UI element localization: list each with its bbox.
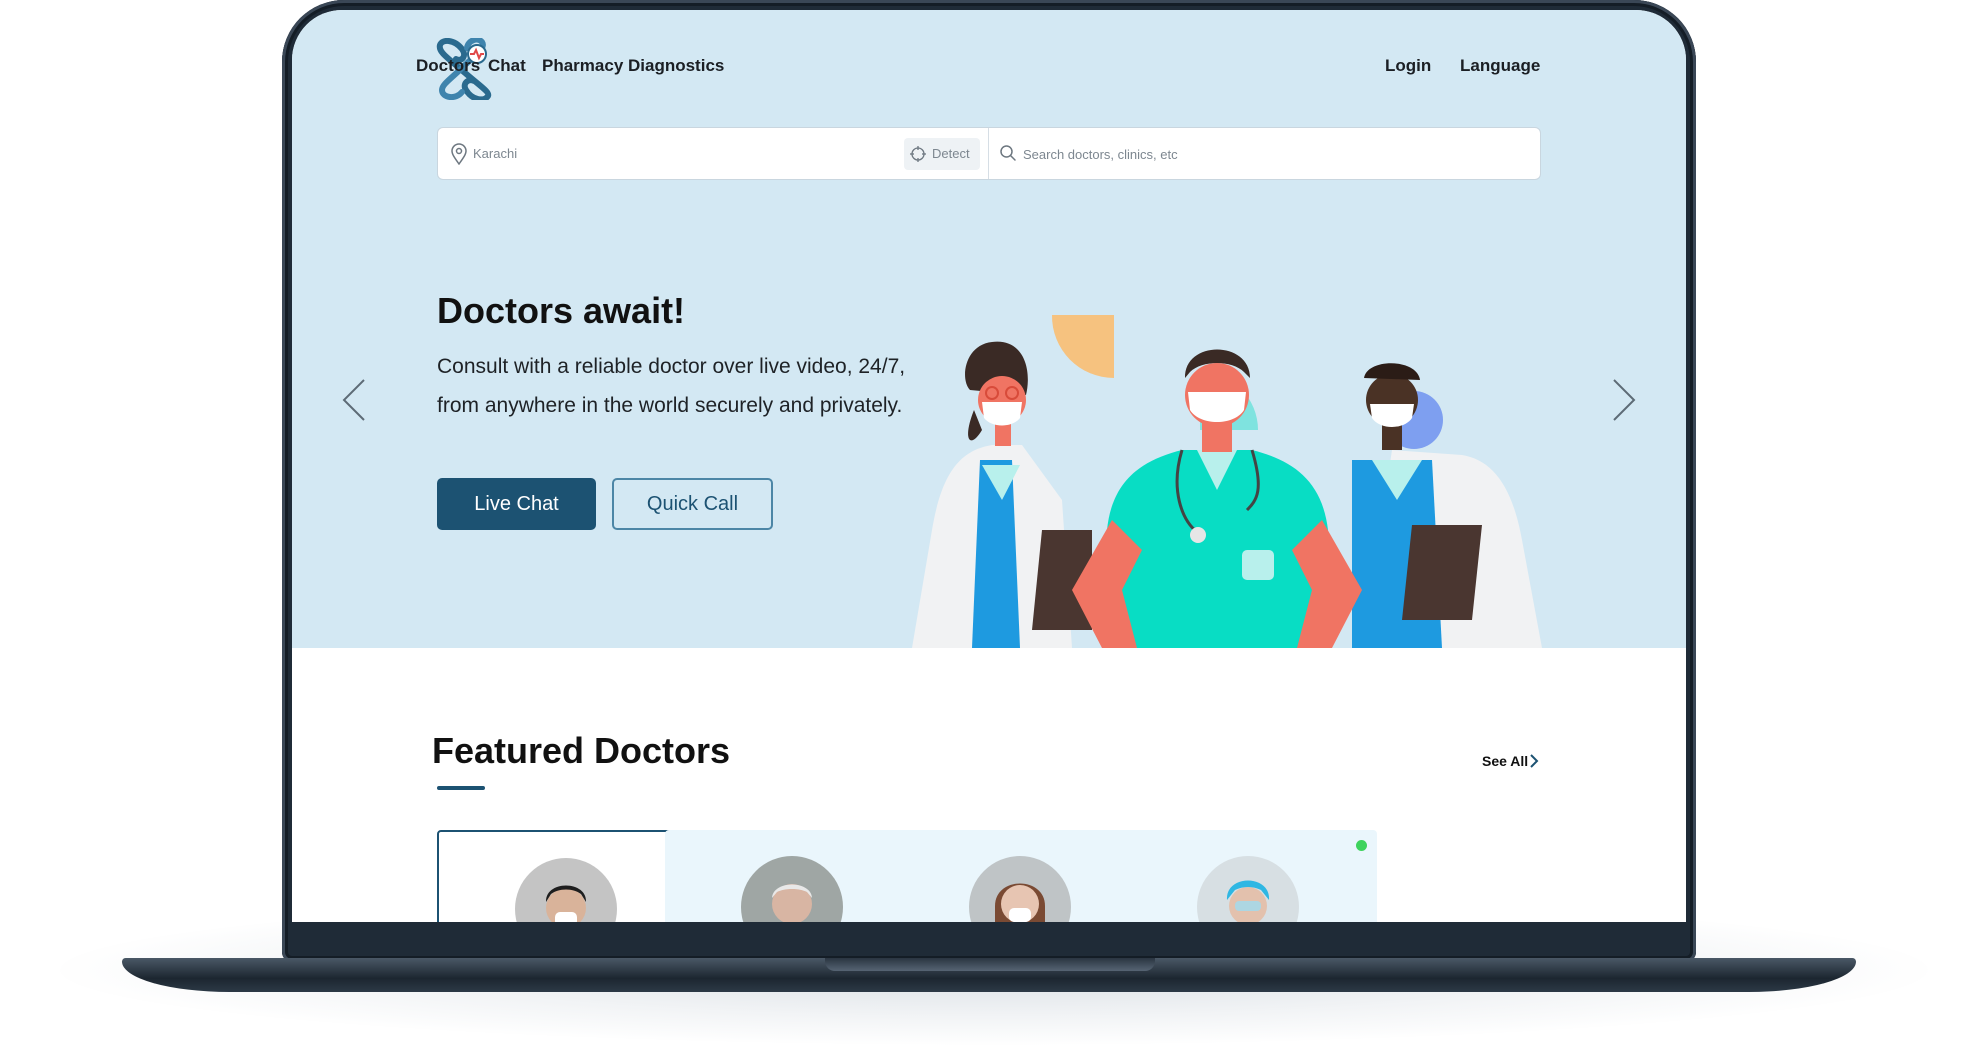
- doctor-avatar: [741, 856, 843, 922]
- location-field[interactable]: Karachi Detect: [438, 128, 989, 179]
- search-bar: Karachi Detect: [437, 127, 1541, 180]
- doctor-card[interactable]: [893, 830, 1149, 922]
- laptop-mockup: Doctors Chat Pharmacy Diagnostics Login …: [0, 0, 1988, 1056]
- chevron-right-icon[interactable]: [1527, 752, 1541, 770]
- detect-label: Detect: [932, 146, 970, 161]
- screen: Doctors Chat Pharmacy Diagnostics Login …: [292, 10, 1686, 922]
- doctor-card[interactable]: [437, 830, 693, 922]
- see-all-link[interactable]: See All: [1482, 753, 1528, 769]
- title-underline: [437, 786, 485, 790]
- location-value: Karachi: [473, 146, 518, 161]
- doctor-avatar: [969, 856, 1071, 922]
- laptop-hinge: [825, 958, 1155, 971]
- search-icon: [1000, 145, 1016, 161]
- search-field: [989, 128, 1540, 179]
- doctor-avatar: [1197, 856, 1299, 922]
- quick-call-button[interactable]: Quick Call: [612, 478, 773, 530]
- nav-doctors[interactable]: Doctors: [416, 56, 480, 76]
- doctor-card[interactable]: [665, 830, 921, 922]
- nav-language[interactable]: Language: [1460, 56, 1540, 76]
- nav-chat[interactable]: Chat: [488, 56, 526, 76]
- chevron-left-icon[interactable]: [336, 370, 376, 430]
- crosshair-icon: [910, 146, 926, 162]
- online-status-dot: [1356, 840, 1367, 851]
- hero-section: Doctors Chat Pharmacy Diagnostics Login …: [292, 10, 1686, 648]
- search-input[interactable]: [1023, 141, 1503, 167]
- nav-diagnostics[interactable]: Diagnostics: [628, 56, 724, 76]
- nav-login[interactable]: Login: [1385, 56, 1431, 76]
- doctor-card[interactable]: [1121, 830, 1377, 922]
- featured-doctors-title: Featured Doctors: [432, 730, 731, 771]
- detect-location-button[interactable]: Detect: [904, 138, 980, 170]
- location-pin-icon: [451, 143, 467, 165]
- hero-title: Doctors await!: [437, 290, 686, 331]
- nav-pharmacy[interactable]: Pharmacy: [542, 56, 623, 76]
- doctor-avatar: [515, 858, 617, 922]
- live-chat-button[interactable]: Live Chat: [437, 478, 596, 530]
- hero-description: Consult with a reliable doctor over live…: [437, 355, 906, 417]
- doctors-illustration: [912, 315, 1542, 648]
